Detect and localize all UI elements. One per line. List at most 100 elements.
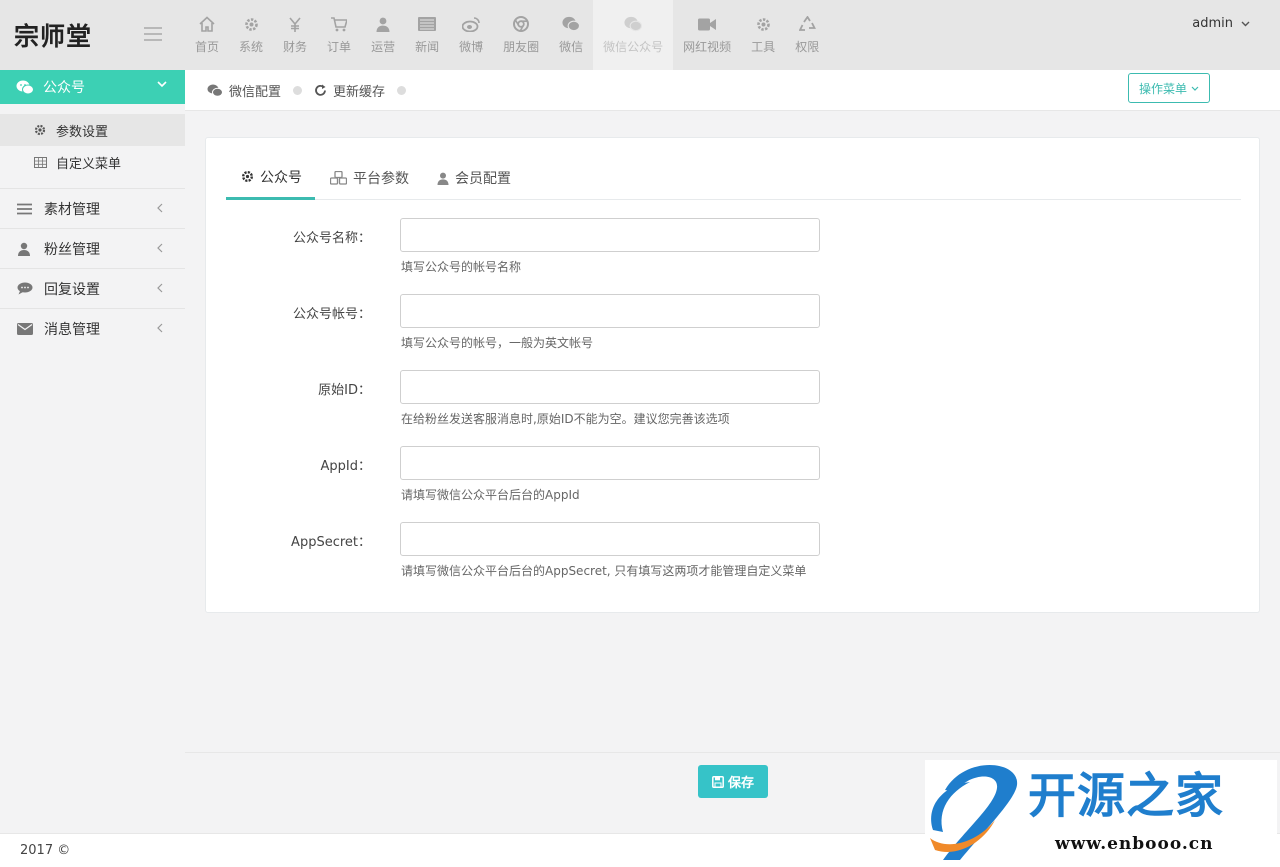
home-icon (198, 15, 216, 33)
sidebar-item-label: 消息管理 (44, 321, 100, 338)
cubes-icon (330, 171, 347, 185)
field-help: 填写公众号的帐号名称 (401, 260, 522, 274)
tab-label: 公众号 (260, 169, 302, 186)
sidebar-item-reply[interactable]: 回复设置 (0, 268, 185, 308)
field-help: 请填写微信公众平台后台的AppId (401, 488, 580, 502)
nav-item-label: 运营 (371, 40, 396, 54)
user-menu[interactable]: admin (1192, 16, 1250, 31)
field-label: 原始ID： (318, 383, 371, 398)
nav-item-label: 朋友圈 (503, 40, 540, 54)
wechat-icon (562, 15, 581, 33)
tab-label: 会员配置 (455, 171, 511, 187)
recycle-icon (798, 15, 816, 33)
save-label: 保存 (727, 776, 754, 791)
operation-menu-button[interactable]: 操作菜单 (1127, 73, 1210, 103)
nav-item-5[interactable]: 新闻 (405, 0, 449, 70)
user-icon (17, 242, 35, 256)
field-label: 公众号帐号： (292, 307, 371, 322)
sidebar-item-label: 自定义菜单 (56, 156, 122, 172)
nav-item-4[interactable]: 运营 (361, 0, 405, 70)
account-number-input[interactable] (400, 294, 820, 328)
sidebar-head-wechat[interactable]: 公众号 (0, 70, 185, 104)
chevron-left-icon (157, 323, 163, 333)
field-label: AppSecret： (291, 535, 371, 550)
gear-icon (242, 15, 260, 33)
account-name-input[interactable] (400, 218, 820, 252)
table-icon (34, 156, 48, 168)
sidebar-item-label: 回复设置 (44, 281, 100, 298)
chevron-down-icon (1191, 86, 1199, 91)
nav-item-10[interactable]: 网红视频 (673, 0, 741, 70)
nav-item-label: 微博 (459, 40, 484, 54)
nav-item-label: 首页 (195, 40, 220, 54)
tab-label: 平台参数 (353, 171, 409, 187)
nav-item-11[interactable]: 工具 (741, 0, 785, 70)
user-icon (374, 15, 392, 33)
tab-account[interactable]: 公众号 (226, 156, 315, 200)
chevron-left-icon (157, 243, 163, 253)
original-id-input[interactable] (400, 370, 820, 404)
tab-member-config[interactable]: 会员配置 (422, 156, 524, 200)
nav-item-label: 新闻 (415, 40, 440, 54)
nav-item-12[interactable]: 权限 (785, 0, 829, 70)
save-button[interactable]: 保存 (698, 765, 768, 798)
sidebar-item-params[interactable]: 参数设置 (0, 114, 185, 146)
chevron-down-icon (157, 81, 167, 88)
nav-item-label: 网红视频 (683, 40, 732, 54)
breadcrumb-label: 微信配置 (229, 84, 282, 100)
cart-icon (330, 15, 348, 33)
nav-item-9[interactable]: 微信公众号 (593, 0, 674, 70)
watermark: 开源之家 www.enbooo.cn (925, 760, 1277, 864)
sidebar-item-label: 素材管理 (44, 201, 100, 218)
chevron-down-icon (1241, 21, 1250, 26)
user-name: admin (1192, 16, 1233, 31)
sidebar-item-materials[interactable]: 素材管理 (0, 188, 185, 228)
nav-item-label: 微信公众号 (603, 40, 664, 54)
nav-item-7[interactable]: 朋友圈 (493, 0, 549, 70)
sidebar-item-custom-menu[interactable]: 自定义菜单 (0, 146, 185, 178)
nav-item-1[interactable]: 系统 (229, 0, 273, 70)
menu-toggle-icon[interactable] (144, 27, 162, 41)
nav-item-label: 权限 (795, 40, 820, 54)
breadcrumb: 微信配置 更新缓存 操作菜单 (185, 70, 1280, 111)
video-icon (698, 15, 717, 33)
nav-item-2[interactable]: 财务 (273, 0, 317, 70)
sidebar-item-fans[interactable]: 粉丝管理 (0, 228, 185, 268)
field-help: 请填写微信公众平台后台的AppSecret, 只有填写这两项才能管理自定义菜单 (401, 564, 807, 578)
sidebar-item-label: 粉丝管理 (44, 241, 100, 258)
watermark-url: www.enbooo.cn (1055, 834, 1214, 854)
weibo-icon (462, 15, 480, 33)
appid-input[interactable] (400, 446, 820, 480)
nav-item-label: 订单 (327, 40, 352, 54)
watermark-logo-icon (930, 765, 1018, 860)
breadcrumb-separator (293, 85, 303, 95)
appsecret-input[interactable] (400, 522, 820, 556)
sidebar-sub-list: 参数设置 自定义菜单 (0, 104, 185, 188)
save-icon (712, 775, 724, 788)
gear-icon (241, 170, 254, 183)
copyright-text: 2017 © (20, 843, 71, 858)
sidebar-item-messages[interactable]: 消息管理 (0, 308, 185, 348)
breadcrumb-wechat-config[interactable]: 微信配置 (207, 81, 281, 100)
refresh-cache-link[interactable]: 更新缓存 (314, 81, 385, 100)
tab-platform-params[interactable]: 平台参数 (315, 156, 422, 200)
nav-item-label: 微信 (559, 40, 584, 54)
comment-icon (17, 282, 35, 295)
nav-item-0[interactable]: 首页 (185, 0, 229, 70)
sidebar-head-label: 公众号 (43, 80, 85, 96)
nav-item-8[interactable]: 微信 (549, 0, 593, 70)
list-icon (17, 203, 35, 215)
nav-item-3[interactable]: 订单 (317, 0, 361, 70)
chevron-left-icon (157, 203, 163, 213)
envelope-icon (17, 322, 35, 335)
field-help: 在给粉丝发送客服消息时,原始ID不能为空。建议您完善该选项 (401, 412, 730, 426)
gear-icon (34, 124, 48, 136)
settings-panel: 公众号 平台参数 会员配置 公众号名称： 填写公众号的帐号名称 公众号帐号： 填… (205, 137, 1260, 613)
wechat-icon (207, 84, 223, 97)
nav-item-6[interactable]: 微博 (449, 0, 493, 70)
yen-icon (286, 15, 304, 33)
wechat-icon (624, 15, 643, 33)
settings-tabs: 公众号 平台参数 会员配置 (226, 156, 1241, 200)
refresh-cache-label: 更新缓存 (333, 84, 386, 100)
sidebar: 公众号 参数设置 自定义菜单 素材管理 粉丝管理 回复设置 消息管理 (0, 70, 185, 833)
